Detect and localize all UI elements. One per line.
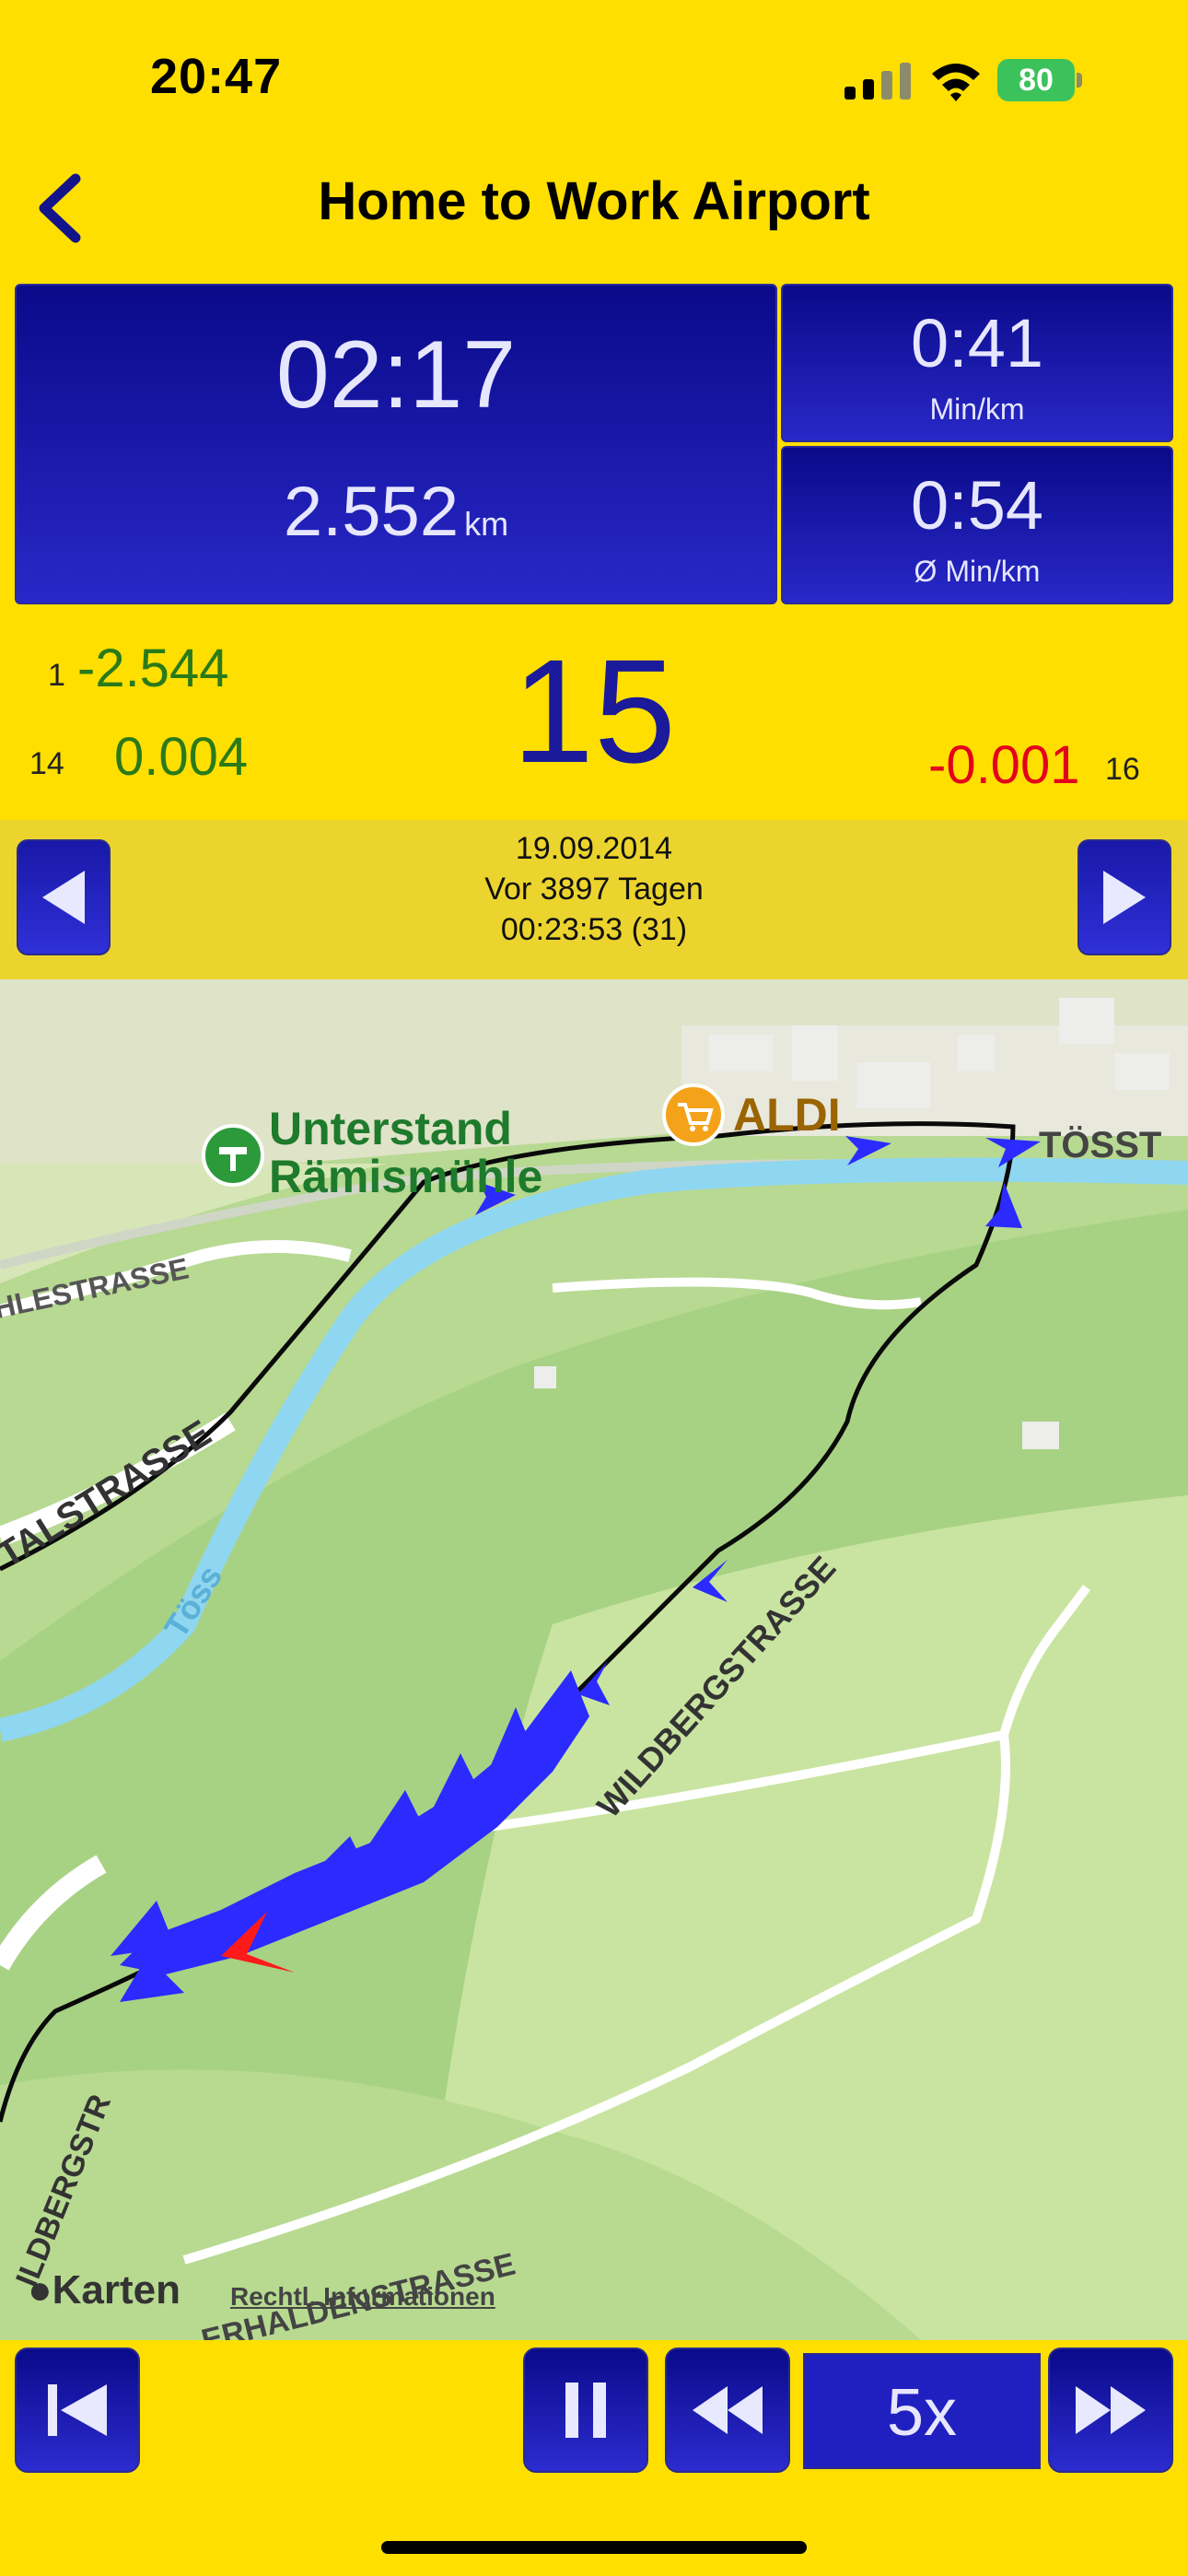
playback-speed-label: 5x [886, 2376, 958, 2450]
apple-logo-icon: ● [28, 2267, 52, 2313]
current-pace-panel: 0:41 Min/km [781, 284, 1173, 442]
rewind-button[interactable] [665, 2348, 790, 2473]
playback-speed[interactable]: 5x [803, 2353, 1041, 2469]
distance-readout: 2.552 km [17, 472, 775, 552]
average-pace-value: 0:54 [910, 467, 1044, 544]
battery-icon: 80 [997, 59, 1082, 101]
wifi-icon [932, 64, 980, 101]
status-bar: 20:47 80 [0, 0, 1188, 157]
pause-icon [565, 2383, 606, 2438]
skip-to-start-button[interactable] [15, 2348, 140, 2473]
status-time: 20:47 [150, 49, 283, 104]
next-lap-diff: -0.001 [928, 735, 1080, 795]
home-indicator[interactable] [381, 2541, 807, 2554]
map-canvas [0, 979, 1188, 2340]
street-label-tosst: TÖSST [1039, 1125, 1162, 1165]
poi-shelter-place: Rämismühle [269, 1151, 543, 1202]
fast-forward-button[interactable] [1048, 2348, 1173, 2473]
main-stats-panel: 02:17 2.552 km [15, 284, 777, 604]
poi-shelter-name: Unterstand [269, 1103, 512, 1154]
apple-maps-attribution: ●Karten [28, 2267, 181, 2313]
session-ago: Vor 3897 Tagen [484, 872, 704, 907]
next-lap-number: 16 [1105, 752, 1140, 787]
shopping-cart-icon[interactable] [661, 1083, 726, 1147]
elapsed-time: 02:17 [275, 322, 517, 428]
maps-brand-label: Karten [52, 2267, 181, 2313]
rewind-icon [693, 2386, 763, 2434]
fast-forward-icon [1076, 2386, 1146, 2434]
legal-info-link[interactable]: Rechtl. Informationen [230, 2282, 495, 2312]
shelter-pin-icon[interactable] [201, 1123, 265, 1188]
poi-aldi-label: ALDI [733, 1089, 841, 1141]
skip-back-icon [48, 2384, 107, 2436]
session-time: 00:23:53 (31) [500, 912, 688, 947]
average-pace-panel: 0:54 Ø Min/km [781, 446, 1173, 604]
poi-shelter-label: Unterstand Rämismühle [269, 1105, 542, 1200]
page-title: Home to Work Airport [318, 171, 870, 231]
average-pace-unit: Ø Min/km [914, 555, 1041, 588]
pause-button[interactable] [523, 2348, 648, 2473]
route-map[interactable]: Unterstand Rämismühle ALDI TÖSST HLESTRA… [0, 979, 1188, 2340]
cellular-signal-icon [844, 63, 911, 100]
distance-value: 2.552 [283, 473, 460, 551]
current-pace-value: 0:41 [910, 305, 1044, 381]
battery-level: 80 [1019, 63, 1054, 98]
session-date: 19.09.2014 [515, 831, 673, 866]
current-pace-unit: Min/km [929, 392, 1025, 426]
distance-unit: km [464, 505, 509, 543]
